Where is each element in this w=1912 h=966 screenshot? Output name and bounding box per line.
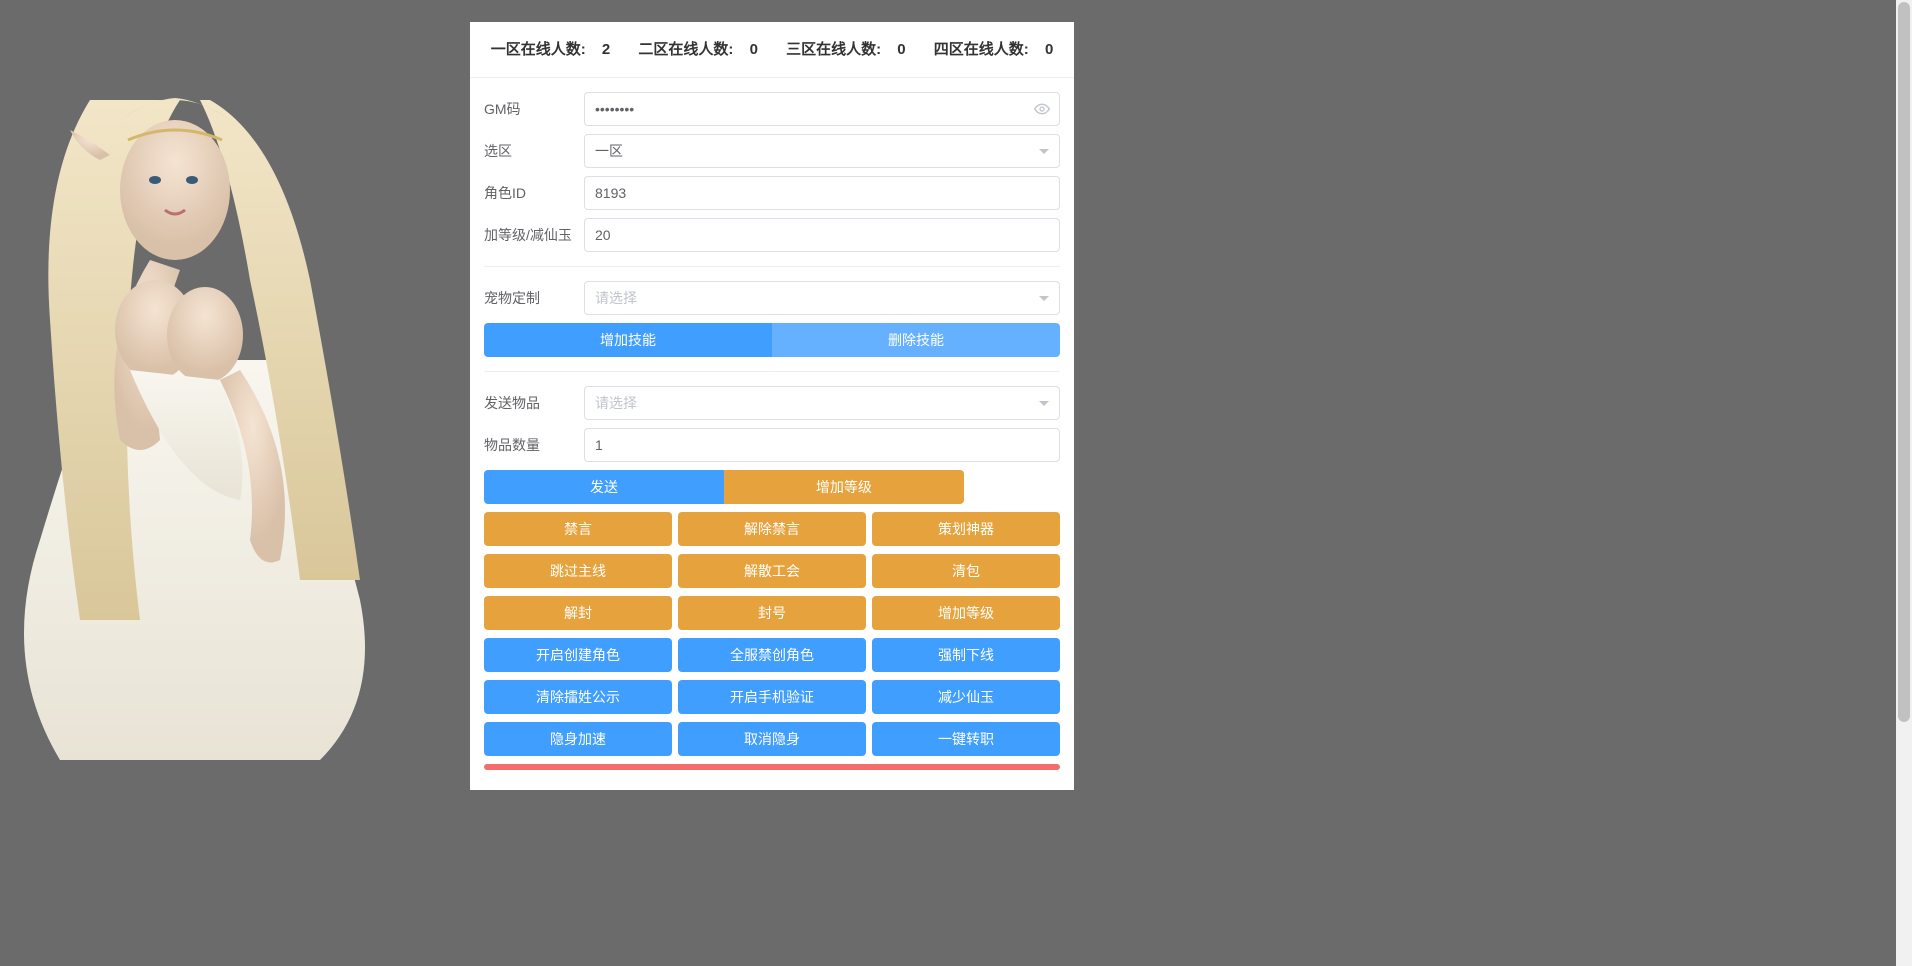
del-skill-button[interactable]: 删除技能 [772,323,1060,357]
chevron-down-icon [1039,296,1049,301]
divider [484,266,1060,267]
eye-icon[interactable] [1034,101,1050,117]
send-item-select[interactable]: 请选择 [584,386,1060,420]
designer-artifact-button[interactable]: 策划神器 [872,512,1060,546]
unmute-button[interactable]: 解除禁言 [678,512,866,546]
reduce-jade-button[interactable]: 减少仙玉 [872,680,1060,714]
pet-custom-placeholder: 请选择 [595,288,637,308]
divider [484,371,1060,372]
force-offline-button[interactable]: 强制下线 [872,638,1060,672]
online-stats: 一区在线人数: 2 二区在线人数: 0 三区在线人数: 0 四区在线人数: 0 [470,22,1074,77]
zone2-stat: 二区在线人数: 0 [632,41,764,58]
zone1-stat: 一区在线人数: 2 [485,41,617,58]
zone4-stat: 四区在线人数: 0 [928,41,1060,58]
cancel-stealth-button[interactable]: 取消隐身 [678,722,866,756]
role-id-label: 角色ID [484,183,584,203]
send-item-label: 发送物品 [484,393,584,413]
chevron-down-icon [1039,401,1049,406]
ban-create-role-button[interactable]: 全服禁创角色 [678,638,866,672]
send-item-placeholder: 请选择 [595,393,637,413]
level-jade-label: 加等级/减仙玉 [484,225,584,245]
admin-panel: 一区在线人数: 2 二区在线人数: 0 三区在线人数: 0 四区在线人数: 0 … [470,22,1074,790]
danger-row-button[interactable] [484,764,1060,770]
level-jade-input[interactable] [584,218,1060,252]
clear-bag-button[interactable]: 清包 [872,554,1060,588]
gm-code-label: GM码 [484,99,584,119]
pet-custom-select[interactable]: 请选择 [584,281,1060,315]
scrollbar[interactable] [1896,0,1912,966]
zone3-stat: 三区在线人数: 0 [780,41,912,58]
add-level2-button[interactable]: 增加等级 [872,596,1060,630]
ban-button[interactable]: 封号 [678,596,866,630]
add-level-button[interactable]: 增加等级 [724,470,964,504]
mute-button[interactable]: 禁言 [484,512,672,546]
character-image [0,60,380,760]
stealth-speed-button[interactable]: 隐身加速 [484,722,672,756]
scrollbar-thumb[interactable] [1898,2,1910,722]
form-card: GM码 选区 一区 角色ID [470,77,1074,780]
item-count-input[interactable] [584,428,1060,462]
pet-custom-label: 宠物定制 [484,288,584,308]
skip-mainline-button[interactable]: 跳过主线 [484,554,672,588]
enable-create-role-button[interactable]: 开启创建角色 [484,638,672,672]
send-button[interactable]: 发送 [484,470,724,504]
role-id-input[interactable] [584,176,1060,210]
chevron-down-icon [1039,149,1049,154]
enable-phone-verify-button[interactable]: 开启手机验证 [678,680,866,714]
disband-guild-button[interactable]: 解散工会 [678,554,866,588]
gm-code-input[interactable] [584,92,1060,126]
onekey-jobchange-button[interactable]: 一键转职 [872,722,1060,756]
zone-select[interactable]: 一区 [584,134,1060,168]
zone-select-label: 选区 [484,141,584,161]
zone-select-value: 一区 [595,141,623,161]
item-count-label: 物品数量 [484,435,584,455]
clear-arena-notice-button[interactable]: 清除擂姓公示 [484,680,672,714]
unban-button[interactable]: 解封 [484,596,672,630]
add-skill-button[interactable]: 增加技能 [484,323,772,357]
